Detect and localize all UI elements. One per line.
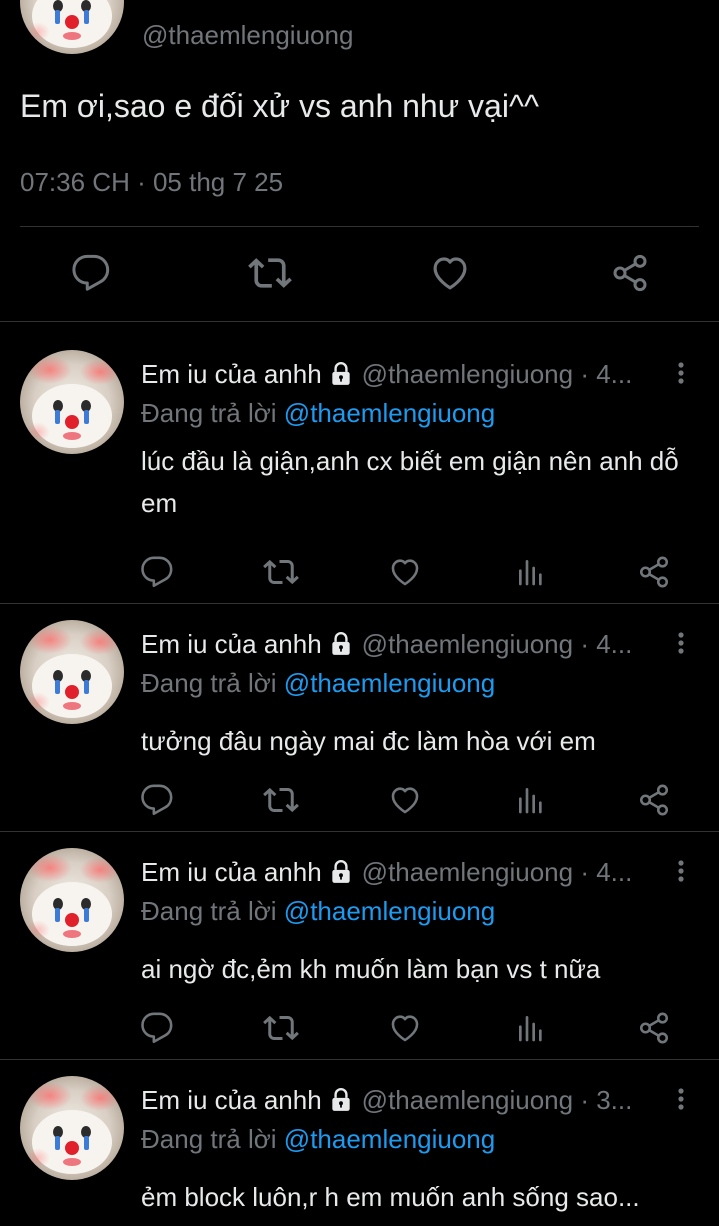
retweet-button[interactable] <box>245 248 295 298</box>
display-name[interactable]: Em iu của anhh <box>141 1085 322 1116</box>
reply-icon <box>140 555 174 589</box>
retweet-icon <box>263 554 299 590</box>
share-icon <box>637 555 671 589</box>
reply-text: ai ngờ đc,ẻm kh muốn làm bạn vs t nữa <box>141 954 601 984</box>
reply-header: Em iu của anhh @thaemlengiuong · 4... <box>141 626 661 662</box>
handle-time[interactable]: @thaemlengiuong · 3... <box>362 1085 633 1116</box>
reply-text: ẻm block luôn,r h em muốn anh sống sao..… <box>141 1182 640 1212</box>
like-icon <box>388 1011 422 1045</box>
retweet-icon <box>263 1010 299 1046</box>
reply-action-bar <box>0 1008 719 1048</box>
display-name[interactable]: Em iu của anhh <box>141 359 322 390</box>
reply-tweet[interactable]: Em iu của anhh @thaemlengiuong · 4... Đa… <box>0 832 719 1060</box>
author-handle[interactable]: @thaemlengiuong <box>142 20 353 51</box>
avatar[interactable] <box>20 0 124 54</box>
display-name[interactable]: Em iu của anhh <box>141 857 322 888</box>
like-button[interactable] <box>385 780 425 820</box>
mention-link[interactable]: @thaemlengiuong <box>284 668 495 698</box>
reply-tweet[interactable]: Em iu của anhh @thaemlengiuong · 3... Đa… <box>0 1060 719 1226</box>
like-button[interactable] <box>425 248 475 298</box>
more-button[interactable] <box>671 358 691 388</box>
reply-text: lúc đầu là giận,anh cx biết em giận nên … <box>141 446 679 518</box>
share-button[interactable] <box>605 248 655 298</box>
more-icon <box>677 361 685 385</box>
handle-time[interactable]: @thaemlengiuong · 4... <box>362 359 633 390</box>
more-button[interactable] <box>671 1084 691 1114</box>
more-button[interactable] <box>671 628 691 658</box>
share-button[interactable] <box>634 552 674 592</box>
mention-link[interactable]: @thaemlengiuong <box>284 896 495 926</box>
replying-to: Đang trả lời @thaemlengiuong <box>141 1124 495 1155</box>
replying-to: Đang trả lời @thaemlengiuong <box>141 398 495 429</box>
reply-tweet[interactable]: Em iu của anhh @thaemlengiuong · 4... Đa… <box>0 604 719 832</box>
lock-icon <box>328 631 354 657</box>
reply-action-bar <box>0 552 719 592</box>
reply-header: Em iu của anhh @thaemlengiuong · 3... <box>141 1082 661 1118</box>
reply-button[interactable] <box>66 248 116 298</box>
replying-to: Đang trả lời @thaemlengiuong <box>141 668 495 699</box>
reply-header: Em iu của anhh @thaemlengiuong · 4... <box>141 356 661 392</box>
retweet-button[interactable] <box>261 780 301 820</box>
share-icon <box>637 1011 671 1045</box>
avatar[interactable] <box>20 620 124 724</box>
like-icon <box>429 252 471 294</box>
avatar[interactable] <box>20 848 124 952</box>
replying-prefix: Đang trả lời <box>141 398 277 428</box>
retweet-icon <box>248 251 292 295</box>
views-button[interactable] <box>511 552 551 592</box>
handle-time[interactable]: @thaemlengiuong · 4... <box>362 857 633 888</box>
retweet-icon <box>263 782 299 818</box>
more-icon <box>677 859 685 883</box>
views-icon <box>515 784 547 816</box>
reply-action-bar <box>0 780 719 820</box>
reply-button[interactable] <box>137 552 177 592</box>
handle-time[interactable]: @thaemlengiuong · 4... <box>362 629 633 660</box>
views-icon <box>515 556 547 588</box>
lock-icon <box>328 361 354 387</box>
reply-icon <box>71 253 111 293</box>
reply-tweet[interactable]: Em iu của anhh @thaemlengiuong · 4... Đa… <box>0 322 719 604</box>
display-name[interactable]: Em iu của anhh <box>141 629 322 660</box>
share-button[interactable] <box>634 1008 674 1048</box>
share-button[interactable] <box>634 780 674 820</box>
lock-icon <box>328 859 354 885</box>
reply-icon <box>140 1011 174 1045</box>
retweet-button[interactable] <box>261 552 301 592</box>
avatar[interactable] <box>20 350 124 454</box>
reply-header: Em iu của anhh @thaemlengiuong · 4... <box>141 854 661 890</box>
like-button[interactable] <box>385 552 425 592</box>
avatar[interactable] <box>20 1076 124 1180</box>
tweet-action-bar <box>0 248 719 298</box>
reply-icon <box>140 783 174 817</box>
views-button[interactable] <box>511 780 551 820</box>
mention-link[interactable]: @thaemlengiuong <box>284 1124 495 1154</box>
like-icon <box>388 555 422 589</box>
replying-prefix: Đang trả lời <box>141 896 277 926</box>
views-button[interactable] <box>511 1008 551 1048</box>
more-icon <box>677 631 685 655</box>
mention-link[interactable]: @thaemlengiuong <box>284 398 495 428</box>
divider <box>20 226 699 227</box>
reply-button[interactable] <box>137 1008 177 1048</box>
views-icon <box>515 1012 547 1044</box>
replying-prefix: Đang trả lời <box>141 668 277 698</box>
share-icon <box>637 783 671 817</box>
share-icon <box>610 253 650 293</box>
like-button[interactable] <box>385 1008 425 1048</box>
tweet-timestamp[interactable]: 07:36 CH · 05 thg 7 25 <box>20 167 283 198</box>
reply-button[interactable] <box>137 780 177 820</box>
retweet-button[interactable] <box>261 1008 301 1048</box>
more-button[interactable] <box>671 856 691 886</box>
replying-to: Đang trả lời @thaemlengiuong <box>141 896 495 927</box>
reply-text: tưởng đâu ngày mai đc làm hòa với em <box>141 726 596 756</box>
lock-icon <box>328 1087 354 1113</box>
tweet-text: Em ơi,sao e đối xử vs anh như vại^^ <box>20 88 539 124</box>
more-icon <box>677 1087 685 1111</box>
main-tweet: @thaemlengiuong Em ơi,sao e đối xử vs an… <box>0 0 719 322</box>
like-icon <box>388 783 422 817</box>
replying-prefix: Đang trả lời <box>141 1124 277 1154</box>
